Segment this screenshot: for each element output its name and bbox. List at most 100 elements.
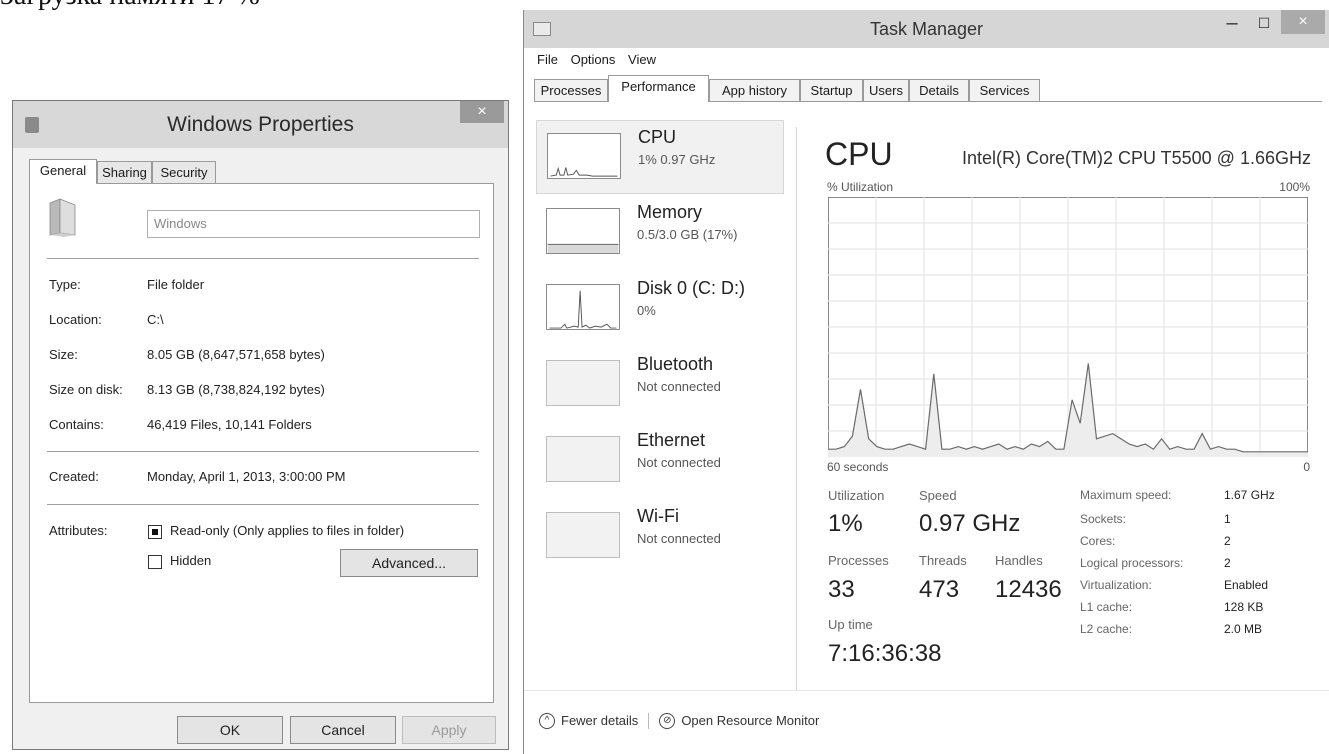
utilization-max-label: 100% — [1279, 180, 1310, 194]
cpu-model: Intel(R) Core(TM)2 CPU T5500 @ 1.66GHz — [961, 148, 1311, 168]
info-label: Cores: — [1080, 534, 1116, 548]
footer: ^ Fewer details ⊘ Open Resource Monitor — [539, 712, 819, 729]
tm-title: Task Manager — [869, 19, 984, 39]
size-label: Size: — [49, 347, 78, 362]
tab-services[interactable]: Services — [969, 79, 1040, 101]
ok-button[interactable]: OK — [177, 716, 283, 744]
tab-processes[interactable]: Processes — [534, 79, 608, 101]
footer-divider — [524, 690, 1329, 691]
chevron-up-icon[interactable]: ^ — [539, 712, 555, 729]
info-value: 1 — [1224, 512, 1231, 526]
apply-button[interactable]: Apply — [402, 716, 496, 744]
speed-label: Speed — [919, 488, 957, 503]
dialog-titlebar[interactable]: Windows Properties × — [13, 101, 508, 148]
info-value: 2 — [1224, 534, 1231, 548]
cancel-button[interactable]: Cancel — [290, 716, 396, 744]
tab-app-history[interactable]: App history — [709, 79, 800, 101]
uptime-label: Up time — [828, 617, 873, 632]
sidebar-label: Memory — [637, 202, 703, 222]
memory-mini-graph — [546, 208, 620, 254]
threads-value: 473 — [919, 576, 960, 603]
sidebar-item-memory[interactable]: Memory 0.5/3.0 GB (17%) — [536, 196, 784, 270]
size-on-disk-label: Size on disk: — [49, 382, 123, 397]
processes-value: 33 — [828, 576, 855, 603]
contains-value: 46,419 Files, 10,141 Folders — [147, 417, 312, 432]
utilization-label: Utilization — [828, 488, 885, 503]
sidebar-sub: 0% — [637, 303, 656, 318]
type-value: File folder — [147, 277, 205, 292]
sidebar-label: CPU — [638, 127, 677, 147]
sidebar-sub: 1% 0.97 GHz — [638, 152, 716, 167]
processes-label: Processes — [828, 553, 889, 568]
info-value: 1.67 GHz — [1224, 488, 1275, 502]
created-label: Created: — [49, 469, 99, 484]
uptime-value: 7:16:36:38 — [828, 640, 942, 667]
close-button[interactable]: × — [460, 101, 504, 123]
tab-details[interactable]: Details — [909, 79, 969, 101]
location-label: Location: — [49, 312, 102, 327]
info-label: Maximum speed: — [1080, 488, 1172, 502]
minimize-button[interactable]: – — [1217, 10, 1247, 36]
open-resource-monitor-link[interactable]: Open Resource Monitor — [681, 713, 819, 728]
tab-users[interactable]: Users — [863, 79, 909, 101]
sidebar-label: Ethernet — [637, 430, 706, 450]
menu-bar: File Options View — [537, 52, 665, 67]
info-label: Logical processors: — [1080, 556, 1184, 570]
ethernet-mini-graph — [546, 436, 620, 482]
properties-dialog: Windows Properties × General Sharing Sec… — [12, 100, 509, 750]
tm-close-button[interactable]: × — [1281, 10, 1325, 34]
handles-value: 12436 — [995, 576, 1062, 603]
sidebar-sub: Not connected — [637, 455, 721, 470]
size-value: 8.05 GB (8,647,571,658 bytes) — [147, 347, 325, 362]
threads-label: Threads — [919, 553, 967, 568]
folder-icon — [49, 198, 76, 237]
sidebar-label: Bluetooth — [637, 354, 714, 374]
cpu-mini-graph — [547, 133, 621, 179]
handles-label: Handles — [995, 553, 1043, 568]
footer-separator — [648, 712, 650, 729]
created-value: Monday, April 1, 2013, 3:00:00 PM — [147, 469, 346, 484]
contains-label: Contains: — [49, 417, 104, 432]
main-title: CPU — [825, 136, 893, 172]
sidebar-item-ethernet[interactable]: Ethernet Not connected — [536, 424, 784, 498]
advanced-button[interactable]: Advanced... — [340, 549, 478, 577]
hidden-label: Hidden — [170, 553, 212, 568]
disk-mini-graph — [546, 284, 620, 330]
info-value: 2.0 MB — [1224, 622, 1263, 636]
size-on-disk-value: 8.13 GB (8,738,824,192 bytes) — [147, 382, 325, 397]
page-caption: Загрузка памяти 17 % — [0, 0, 260, 12]
divider — [47, 258, 479, 259]
tab-general[interactable]: General — [29, 159, 97, 184]
type-label: Type: — [49, 277, 81, 292]
info-value: 128 KB — [1224, 600, 1264, 614]
tm-titlebar[interactable]: Task Manager – ☐ × — [524, 10, 1329, 48]
sidebar-label: Wi-Fi — [637, 506, 679, 526]
sidebar-item-cpu[interactable]: CPU 1% 0.97 GHz — [536, 120, 784, 194]
sidebar-item-bluetooth[interactable]: Bluetooth Not connected — [536, 348, 784, 422]
tab-startup[interactable]: Startup — [800, 79, 863, 101]
fewer-details-link[interactable]: Fewer details — [561, 713, 638, 728]
sidebar-sub: Not connected — [637, 379, 721, 394]
readonly-checkbox[interactable] — [148, 525, 162, 539]
menu-options[interactable]: Options — [571, 52, 616, 67]
hidden-checkbox[interactable] — [148, 555, 162, 569]
readonly-label: Read-only (Only applies to files in fold… — [170, 523, 405, 538]
tab-security[interactable]: Security — [152, 161, 216, 183]
divider — [47, 451, 479, 452]
info-label: Virtualization: — [1080, 578, 1152, 592]
sidebar-divider — [796, 127, 797, 690]
maximize-button[interactable]: ☐ — [1249, 10, 1279, 36]
tab-performance[interactable]: Performance — [608, 75, 709, 102]
bluetooth-mini-graph — [546, 360, 620, 406]
menu-view[interactable]: View — [628, 52, 656, 67]
sidebar-item-disk[interactable]: Disk 0 (C: D:) 0% — [536, 272, 784, 346]
divider — [47, 504, 479, 505]
wifi-mini-graph — [546, 512, 620, 558]
sidebar-item-wifi[interactable]: Wi-Fi Not connected — [536, 500, 784, 574]
cpu-utilization-graph — [828, 197, 1308, 457]
folder-name-field[interactable]: Windows — [147, 210, 480, 238]
menu-file[interactable]: File — [537, 52, 558, 67]
resource-monitor-icon[interactable]: ⊘ — [659, 712, 676, 729]
tab-sharing[interactable]: Sharing — [97, 161, 152, 183]
info-label: L2 cache: — [1080, 622, 1133, 636]
